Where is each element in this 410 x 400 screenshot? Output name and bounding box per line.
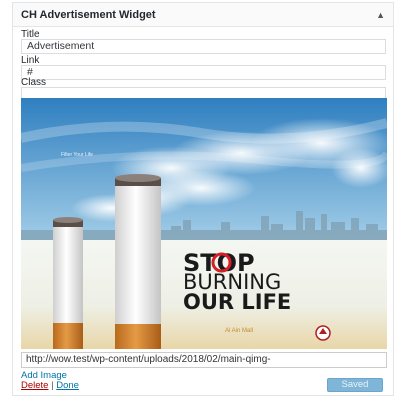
saved-button[interactable]: Saved <box>327 378 383 392</box>
widget-header[interactable]: CH Advertisement Widget ▲ <box>13 3 393 27</box>
widget-actions: Delete | Done <box>21 380 79 391</box>
headline-line3: OUR LIFE <box>183 290 291 314</box>
done-link[interactable]: Done <box>56 380 79 391</box>
small-caption: Filter Your Life <box>61 152 93 158</box>
action-separator: | <box>51 380 54 391</box>
widget-title: CH Advertisement Widget <box>21 8 156 21</box>
collapse-arrow-icon[interactable]: ▲ <box>376 10 385 20</box>
link-input[interactable]: # <box>21 65 386 80</box>
advertisement-image: Filter Your Life STOP BURNING OUR LIFE A… <box>21 98 387 349</box>
left-cigarette <box>53 217 83 349</box>
image-url-input[interactable]: http://wow.test/wp-content/uploads/2018/… <box>21 352 387 368</box>
logo-emblem-icon <box>315 325 331 341</box>
brand-text: Al Ain Mall <box>225 328 253 334</box>
right-cigarette <box>115 174 161 349</box>
title-input[interactable]: Advertisement <box>21 39 386 54</box>
delete-link[interactable]: Delete <box>21 380 48 391</box>
widget-panel: CH Advertisement Widget ▲ Title Advertis… <box>12 2 394 396</box>
